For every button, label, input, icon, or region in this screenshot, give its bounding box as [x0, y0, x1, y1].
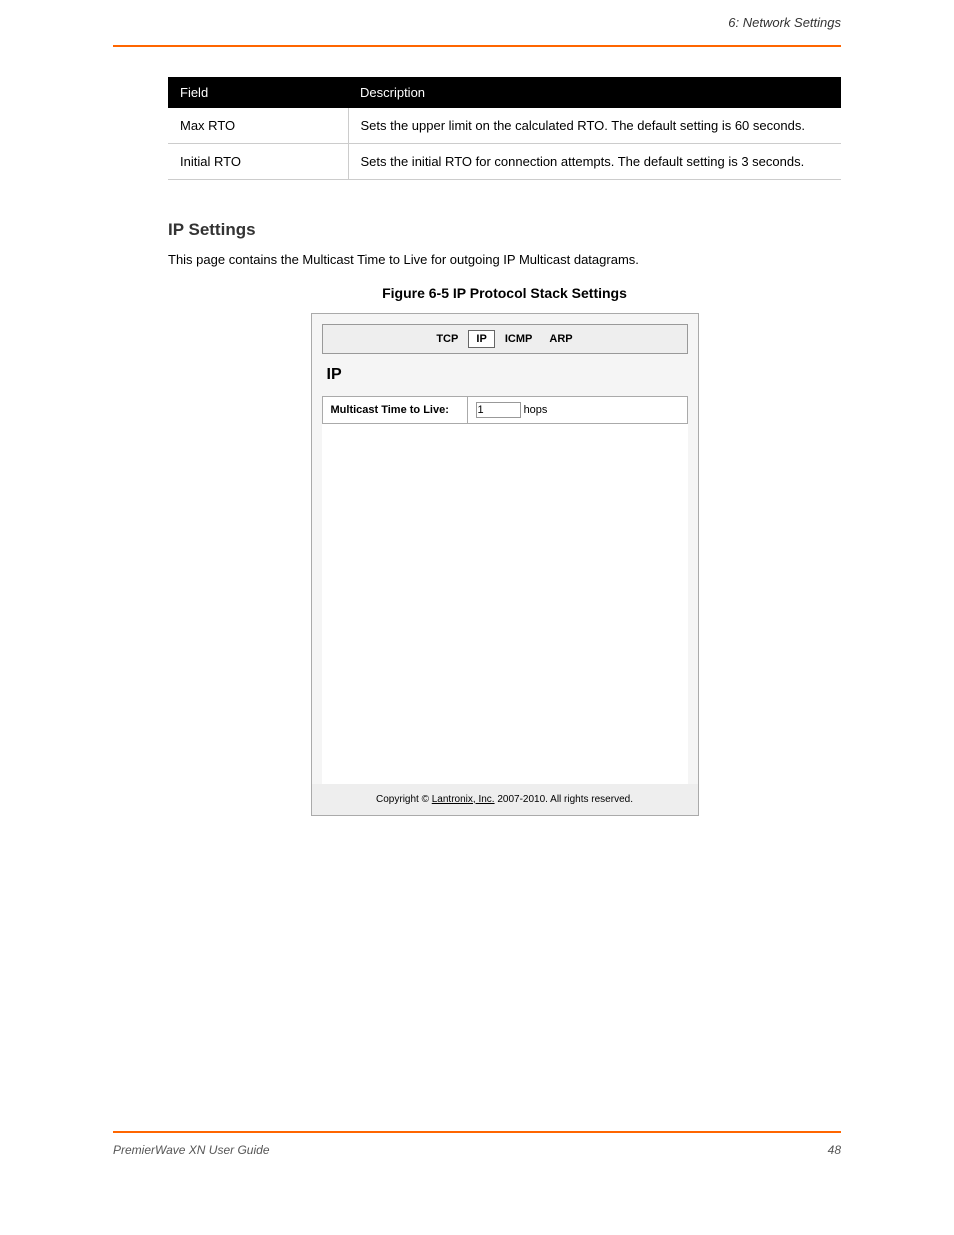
ip-settings-text: This page contains the Multicast Time to…	[168, 250, 841, 270]
ttl-label: Multicast Time to Live:	[322, 396, 467, 423]
lantronix-link[interactable]: Lantronix, Inc.	[432, 794, 495, 805]
tab-icmp[interactable]: ICMP	[498, 331, 540, 347]
table-row: Max RTO Sets the upper limit on the calc…	[168, 108, 841, 144]
copyright-prefix: Copyright ©	[376, 794, 432, 805]
tab-arp[interactable]: ARP	[542, 331, 579, 347]
top-rule	[113, 45, 841, 47]
ttl-table: Multicast Time to Live: hops	[322, 396, 688, 424]
footer-page-number: 48	[828, 1143, 841, 1157]
figure-caption: Figure 6-5 IP Protocol Stack Settings	[168, 285, 841, 301]
copyright-suffix: 2007-2010. All rights reserved.	[495, 794, 633, 805]
blank-area	[322, 424, 688, 784]
table-header-field: Field	[168, 77, 348, 108]
cell-field: Initial RTO	[168, 144, 348, 180]
tabs-bar: TCP IP ICMP ARP	[322, 324, 688, 354]
cell-description: Sets the initial RTO for connection atte…	[348, 144, 841, 180]
ttl-suffix: hops	[524, 404, 548, 416]
cell-field: Max RTO	[168, 108, 348, 144]
fields-table: Field Description Max RTO Sets the upper…	[168, 77, 841, 180]
header-section-ref: 6: Network Settings	[113, 15, 841, 30]
tab-tcp[interactable]: TCP	[429, 331, 465, 347]
panel-title: IP	[322, 366, 688, 384]
tab-ip[interactable]: IP	[468, 330, 494, 348]
cell-description: Sets the upper limit on the calculated R…	[348, 108, 841, 144]
bottom-rule	[113, 1131, 841, 1133]
table-row: Initial RTO Sets the initial RTO for con…	[168, 144, 841, 180]
ttl-input[interactable]	[476, 402, 521, 418]
footer-left: PremierWave XN User Guide	[113, 1143, 270, 1157]
ip-settings-heading: IP Settings	[168, 220, 841, 240]
figure-copyright: Copyright © Lantronix, Inc. 2007-2010. A…	[312, 784, 698, 815]
table-header-description: Description	[348, 77, 841, 108]
figure-panel: TCP IP ICMP ARP IP Multicast Time to Liv…	[311, 313, 699, 816]
